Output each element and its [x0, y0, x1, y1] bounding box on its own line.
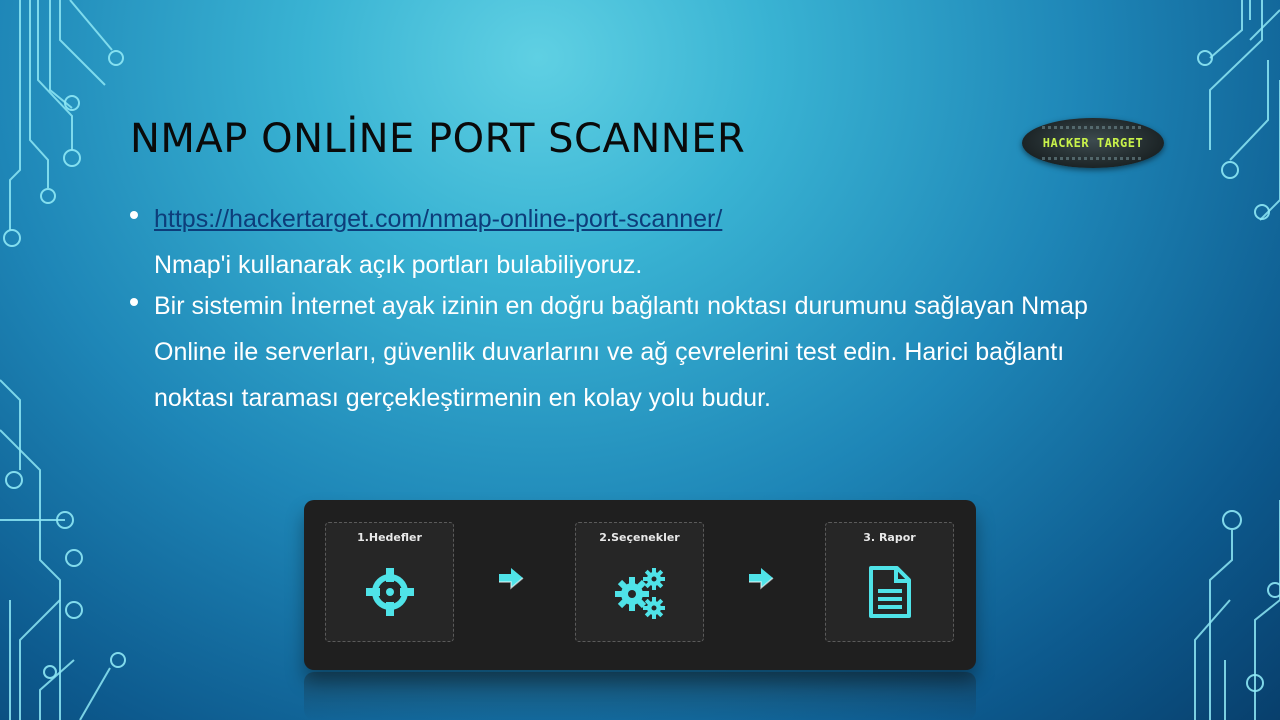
bullet-1-text: Nmap'i kullanarak açık portları bulabili… [154, 251, 643, 280]
bullet-2-text: Bir sistemin İnternet ayak izinin en doğ… [154, 291, 1088, 413]
bullet-dot [130, 297, 138, 306]
slide-title: NMAP ONLİNE PORT SCANNER [130, 116, 746, 162]
panel-reflection [304, 672, 976, 720]
bullet-item-1: https://hackertarget.com/nmap-online-por… [130, 196, 1130, 289]
step-hedefler: 1.Hedefler [325, 522, 454, 642]
logo-decoration-top [1042, 126, 1144, 129]
gears-icon [615, 568, 665, 619]
crosshair-icon [366, 568, 414, 616]
arrow-right-icon [499, 568, 524, 590]
workflow-panel: 1.Hedefler 2.Seçenekler 3. Rapor [304, 500, 976, 670]
step-1-label: 1.Hedefler [357, 531, 422, 544]
bullet-dot [130, 211, 138, 219]
nmap-online-link[interactable]: https://hackertarget.com/nmap-online-por… [154, 205, 722, 233]
bullet-list: https://hackertarget.com/nmap-online-por… [130, 196, 1130, 421]
document-icon [869, 566, 911, 618]
step-2-label: 2.Seçenekler [599, 531, 680, 544]
step-3-label: 3. Rapor [863, 531, 916, 544]
step-rapor: 3. Rapor [825, 522, 954, 642]
step-secenekler: 2.Seçenekler [575, 522, 704, 642]
bullet-item-2: Bir sistemin İnternet ayak izinin en doğ… [130, 283, 1130, 422]
logo-decoration-bottom [1042, 157, 1144, 160]
logo-text: HACKER TARGET [1042, 136, 1144, 150]
hacker-target-logo: HACKER TARGET [1022, 118, 1164, 168]
arrow-right-icon [749, 568, 774, 590]
